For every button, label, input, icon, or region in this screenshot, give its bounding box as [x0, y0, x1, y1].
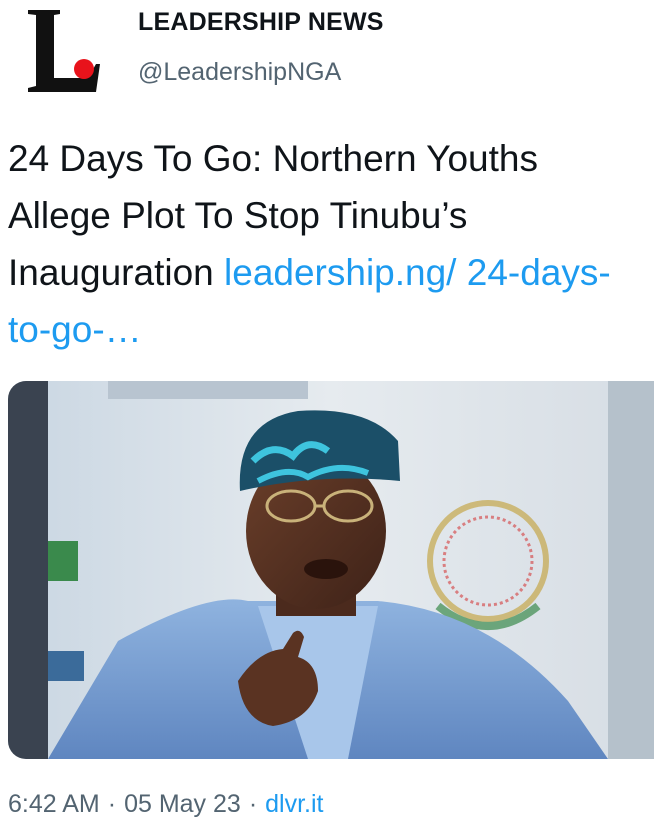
- author-handle[interactable]: @LeadershipNGA: [138, 54, 384, 90]
- photo-of-speaker-icon: [8, 381, 654, 759]
- meta-separator: ·: [248, 790, 258, 818]
- tweet-date[interactable]: 05 May 23: [124, 790, 241, 818]
- author-block[interactable]: LEADERSHIP NEWS @LeadershipNGA: [138, 4, 384, 90]
- leadership-logo-avatar[interactable]: [24, 6, 106, 94]
- tweet-time[interactable]: 6:42 AM: [8, 790, 100, 818]
- tweet-source[interactable]: dlvr.it: [265, 790, 323, 818]
- tweet-text: 24 Days To Go: Northern Youths Allege Pl…: [8, 130, 648, 358]
- tweet-meta: 6:42 AM · 05 May 23 · dlvr.it: [8, 786, 324, 822]
- meta-separator: ·: [107, 790, 117, 818]
- tweet-header: LEADERSHIP NEWS @LeadershipNGA: [0, 0, 654, 110]
- author-display-name[interactable]: LEADERSHIP NEWS: [138, 4, 384, 40]
- tweet-media-photo[interactable]: [8, 381, 654, 759]
